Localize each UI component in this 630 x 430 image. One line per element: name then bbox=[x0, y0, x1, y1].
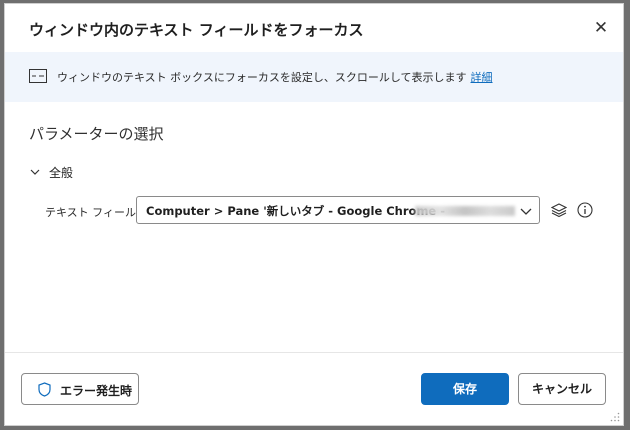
info-icon[interactable] bbox=[577, 202, 593, 218]
banner-text: ウィンドウのテキスト ボックスにフォーカスを設定し、スクロールして表示します 詳細 bbox=[57, 69, 493, 85]
chevron-down-icon bbox=[520, 208, 532, 215]
banner-description: ウィンドウのテキスト ボックスにフォーカスを設定し、スクロールして表示します bbox=[57, 71, 467, 84]
shield-icon bbox=[38, 382, 51, 397]
on-error-button[interactable]: エラー発生時 bbox=[21, 373, 139, 405]
section-title: パラメーターの選択 bbox=[29, 125, 164, 143]
close-icon[interactable]: ✕ bbox=[591, 18, 611, 38]
dialog: ウィンドウ内のテキスト フィールドをフォーカス ✕ ウィンドウのテキスト ボック… bbox=[4, 3, 624, 426]
resize-grip-icon[interactable] bbox=[610, 412, 620, 422]
on-error-label: エラー発生時 bbox=[60, 384, 133, 398]
chevron-down-icon bbox=[30, 169, 40, 175]
details-link[interactable]: 詳細 bbox=[471, 71, 493, 84]
save-button[interactable]: 保存 bbox=[421, 373, 509, 405]
group-label: 全般 bbox=[49, 166, 74, 180]
title-bar: ウィンドウ内のテキスト フィールドをフォーカス ✕ bbox=[5, 4, 623, 52]
text-field-select[interactable]: Computer > Pane '新しいタブ - Google Chrome - bbox=[136, 196, 540, 224]
text-field-value: Computer > Pane '新しいタブ - Google Chrome - bbox=[146, 204, 445, 218]
layers-icon[interactable] bbox=[551, 202, 567, 218]
dialog-title: ウィンドウ内のテキスト フィールドをフォーカス bbox=[29, 21, 364, 39]
textbox-icon bbox=[29, 69, 47, 83]
info-banner: ウィンドウのテキスト ボックスにフォーカスを設定し、スクロールして表示します 詳細 bbox=[5, 52, 623, 102]
footer-divider bbox=[5, 352, 623, 353]
cancel-button[interactable]: キャンセル bbox=[518, 373, 606, 405]
redacted-text bbox=[415, 206, 515, 216]
text-field-label: テキスト フィールド: bbox=[45, 206, 151, 219]
